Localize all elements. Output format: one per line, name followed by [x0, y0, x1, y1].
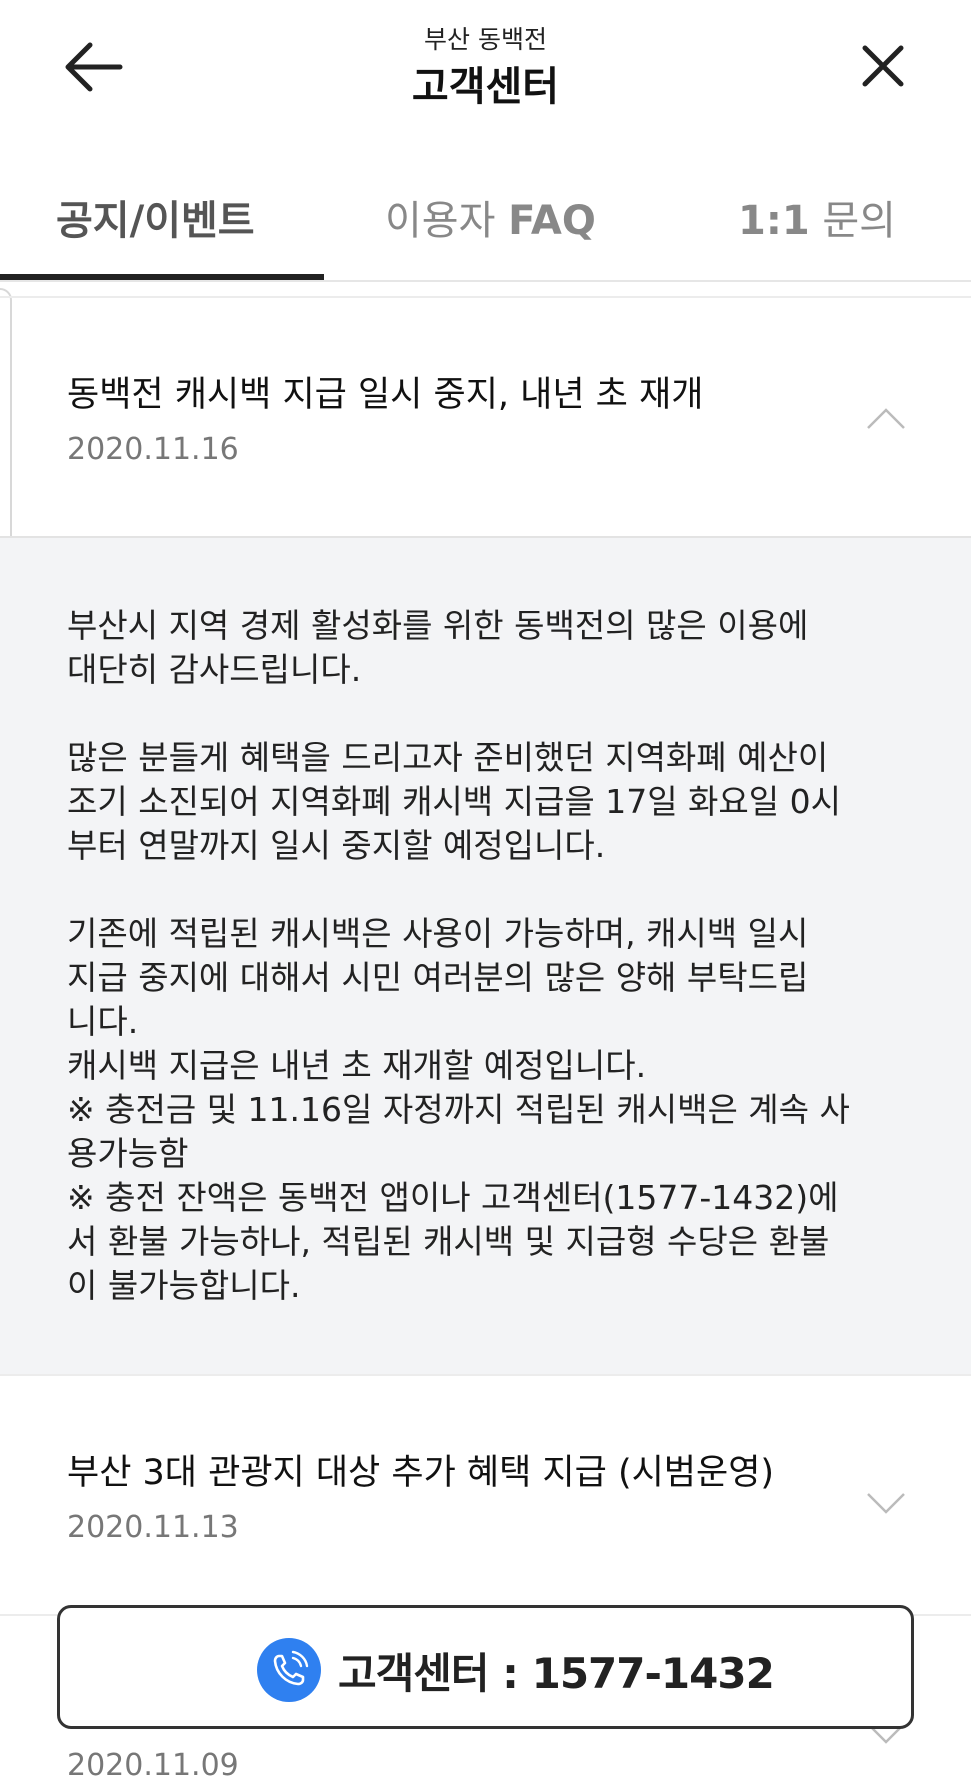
tab-bar: 공지/이벤트 이용자 FAQ 1:1 문의 [0, 170, 971, 282]
page-title: 고객센터 [411, 64, 560, 110]
header-subtitle: 부산 동백전 [424, 25, 547, 54]
tab-user-faq-label-bold: FAQ [508, 198, 596, 244]
tab-inquiry-label-bold: 1:1 [738, 198, 810, 244]
tab-one-to-one-inquiry[interactable]: 1:1 문의 [738, 188, 896, 246]
active-tab-indicator [0, 274, 324, 280]
notice-date: 2020.11.09 [67, 1748, 239, 1783]
notice-date: 2020.11.16 [67, 432, 239, 467]
notice-item[interactable]: 부산 3대 관광지 대상 추가 혜택 지급 (시범운영) 2020.11.13 [0, 1374, 971, 1614]
tab-user-faq[interactable]: 이용자 FAQ [385, 188, 596, 246]
notice-body-panel: 부산시 지역 경제 활성화를 위한 동백전의 많은 이용에 대단히 감사드립니다… [0, 536, 971, 1374]
notice-date: 2020.11.13 [67, 1510, 239, 1545]
call-button-label: 고객센터 : 1577-1432 [338, 1649, 775, 1698]
notice-item[interactable]: 동백전 캐시백 지급 일시 중지, 내년 초 재개 2020.11.16 [0, 296, 971, 536]
tab-user-faq-label-prefix: 이용자 [385, 198, 509, 244]
tab-notice-event-label: 공지/이벤트 [56, 198, 255, 244]
app-header: 부산 동백전 고객센터 [0, 0, 971, 135]
chevron-up-icon[interactable] [866, 406, 906, 430]
customer-center-call-button[interactable]: 고객센터 : 1577-1432 [57, 1605, 914, 1729]
chevron-down-icon[interactable] [866, 1492, 906, 1516]
tab-inquiry-label-suffix: 문의 [809, 198, 896, 244]
notice-title: 부산 3대 관광지 대상 추가 혜택 지급 (시범운영) [67, 1453, 775, 1493]
tab-notice-event[interactable]: 공지/이벤트 [56, 188, 255, 246]
phone-icon [257, 1638, 321, 1702]
notice-title: 동백전 캐시백 지급 일시 중지, 내년 초 재개 [67, 375, 704, 415]
notice-body-text: 부산시 지역 경제 활성화를 위한 동백전의 많은 이용에 대단히 감사드립니다… [67, 606, 850, 1305]
close-icon[interactable] [855, 38, 911, 94]
